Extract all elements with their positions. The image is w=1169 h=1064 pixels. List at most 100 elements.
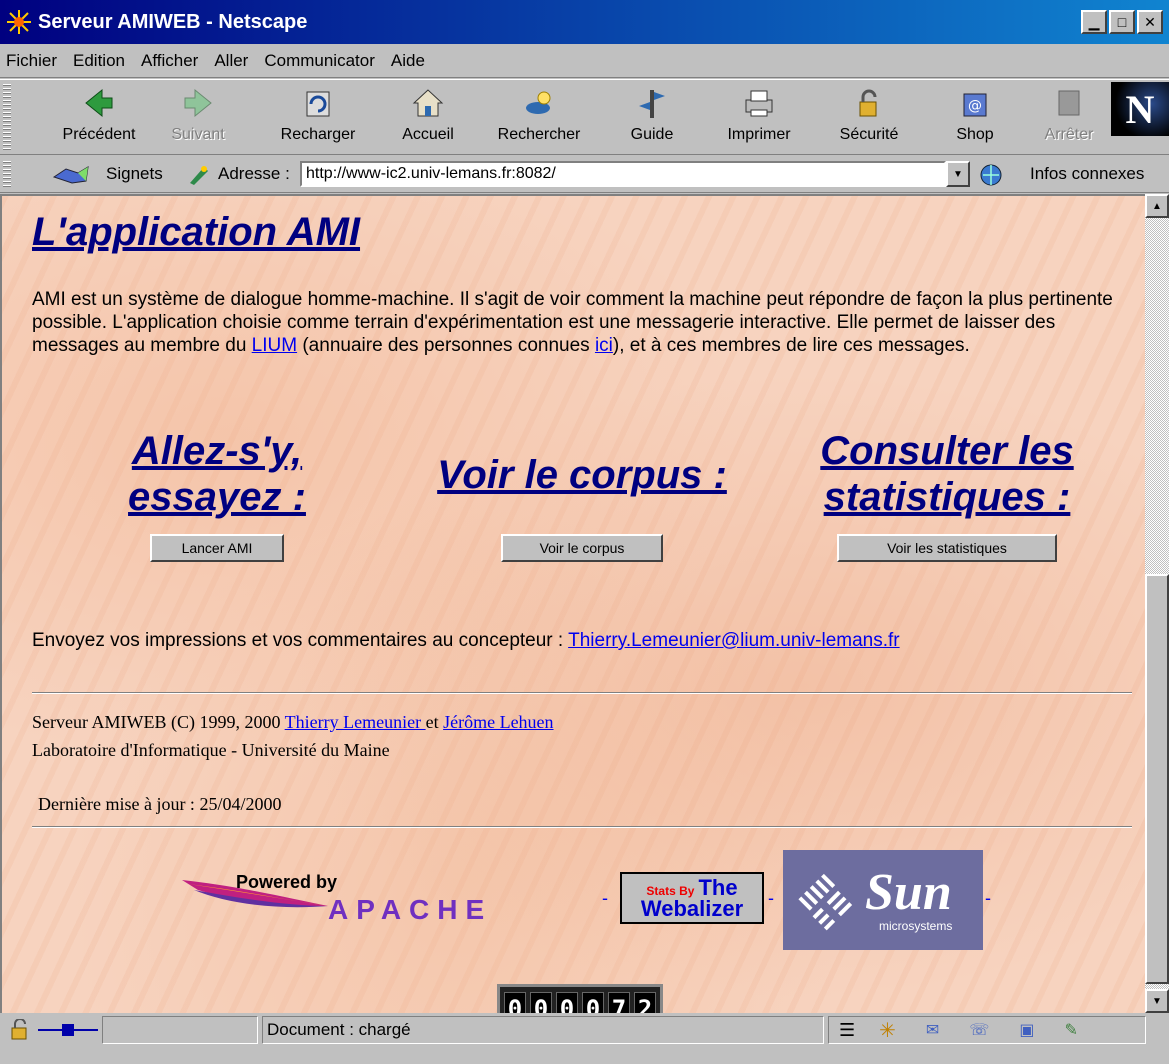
try-heading-2[interactable]: essayez : bbox=[102, 474, 332, 520]
stats-section: Consulter les statistiques : Voir les st… bbox=[792, 428, 1102, 562]
address-field[interactable]: http://www-ic2.univ-lemans.fr:8082/ bbox=[300, 161, 946, 187]
forward-arrow-icon bbox=[179, 84, 217, 122]
menu-edition[interactable]: Edition bbox=[73, 51, 125, 71]
toolbar-grip[interactable] bbox=[3, 84, 11, 150]
menu-communicator[interactable]: Communicator bbox=[264, 51, 375, 71]
stats-heading-2[interactable]: statistiques : bbox=[792, 474, 1102, 520]
scroll-down-button[interactable]: ▼ bbox=[1145, 989, 1169, 1013]
page-title: L'application AMI bbox=[32, 210, 361, 254]
progress-field bbox=[102, 1016, 258, 1044]
reload-icon bbox=[299, 84, 337, 122]
counter-digit: 7 bbox=[608, 992, 630, 1013]
print-icon bbox=[740, 84, 778, 122]
related-links-label[interactable]: Infos connexes bbox=[1030, 164, 1144, 184]
page-content: L'application AMI AMI est un système de … bbox=[0, 194, 1145, 1013]
search-button[interactable]: Rechercher bbox=[486, 84, 592, 154]
minimize-button[interactable]: ▁ bbox=[1081, 10, 1107, 34]
email-link[interactable]: Thierry.Lemeunier@lium.univ-lemans.fr bbox=[568, 630, 899, 651]
locationbar-grip[interactable] bbox=[3, 161, 11, 189]
lium-link[interactable]: LIUM bbox=[252, 335, 297, 356]
menu-aller[interactable]: Aller bbox=[214, 51, 248, 71]
ici-link[interactable]: ici bbox=[595, 335, 613, 356]
scroll-thumb[interactable] bbox=[1145, 574, 1169, 984]
sun-microsystems-logo[interactable]: Sun microsystems bbox=[783, 850, 983, 950]
related-links-icon[interactable] bbox=[978, 162, 1022, 193]
forward-button[interactable]: Suivant bbox=[160, 84, 236, 154]
counter-digit: 0 bbox=[504, 992, 526, 1013]
lock-icon bbox=[850, 84, 888, 122]
address-label: Adresse : bbox=[218, 164, 290, 183]
separator: - bbox=[985, 888, 991, 908]
bookmarks-label[interactable]: Signets bbox=[106, 164, 163, 184]
guide-button[interactable]: Guide bbox=[612, 84, 692, 154]
sun-diamond-icon bbox=[798, 873, 853, 931]
search-icon bbox=[520, 84, 558, 122]
security-button[interactable]: Sécurité bbox=[826, 84, 912, 154]
address-dropdown-button[interactable]: ▼ bbox=[946, 161, 970, 187]
intro-paragraph: AMI est un système de dialogue homme-mac… bbox=[32, 289, 1113, 356]
connection-icon bbox=[38, 1021, 98, 1044]
stats-heading-1[interactable]: Consulter les bbox=[792, 428, 1102, 474]
stop-icon bbox=[1050, 84, 1088, 122]
copyright-line: Serveur AMIWEB (C) 1999, 2000 Thierry Le… bbox=[32, 712, 554, 732]
netscape-icon bbox=[6, 9, 32, 35]
status-text: Document : chargé bbox=[262, 1016, 824, 1044]
back-arrow-icon bbox=[80, 84, 118, 122]
counter-digit: 0 bbox=[530, 992, 552, 1013]
shop-button[interactable]: @ Shop bbox=[940, 84, 1010, 154]
page-proxy-icon[interactable] bbox=[186, 163, 210, 192]
try-section: Allez-s'y, essayez : Lancer AMI bbox=[102, 428, 332, 562]
home-icon bbox=[409, 84, 447, 122]
reload-button[interactable]: Recharger bbox=[270, 84, 366, 154]
apache-logo[interactable]: Powered by APACHE bbox=[178, 868, 598, 928]
try-heading-1[interactable]: Allez-s'y, bbox=[102, 428, 332, 474]
menu-aide[interactable]: Aide bbox=[391, 51, 425, 71]
bookmarks-icon[interactable] bbox=[52, 163, 92, 192]
counter-digit: 0 bbox=[582, 992, 604, 1013]
view-corpus-button[interactable]: Voir le corpus bbox=[501, 534, 663, 562]
contact-line: Envoyez vos impressions et vos commentai… bbox=[32, 630, 900, 651]
navigator-icon[interactable]: ☰ bbox=[839, 1020, 855, 1041]
view-stats-button[interactable]: Voir les statistiques bbox=[837, 534, 1057, 562]
navigation-toolbar: Précédent Suivant Recharger Accueil Rech… bbox=[0, 79, 1169, 155]
divider bbox=[32, 826, 1132, 828]
discussions-icon[interactable]: ☏ bbox=[969, 1020, 989, 1040]
menu-bar: Fichier Edition Afficher Aller Communica… bbox=[0, 44, 1169, 78]
netscape-logo[interactable]: N bbox=[1111, 82, 1169, 136]
counter-digit: 0 bbox=[556, 992, 578, 1013]
guide-icon bbox=[633, 84, 671, 122]
back-button[interactable]: Précédent bbox=[56, 84, 142, 154]
component-bar: ☰ ✳ ✉ ☏ ▣ ✎ bbox=[828, 1016, 1146, 1044]
menu-afficher[interactable]: Afficher bbox=[141, 51, 198, 71]
security-lock-icon[interactable] bbox=[8, 1018, 36, 1046]
netscape-star-icon[interactable]: ✳ bbox=[879, 1018, 896, 1043]
svg-text:@: @ bbox=[968, 98, 982, 114]
stop-button[interactable]: Arrêter bbox=[1034, 84, 1104, 154]
corpus-heading[interactable]: Voir le corpus : bbox=[412, 452, 752, 498]
status-bar: Document : chargé ☰ ✳ ✉ ☏ ▣ ✎ bbox=[0, 1013, 1169, 1064]
maximize-button[interactable]: □ bbox=[1109, 10, 1135, 34]
mail-icon[interactable]: ✉ bbox=[926, 1020, 939, 1040]
title-bar: Serveur AMIWEB - Netscape ▁ □ ✕ bbox=[0, 0, 1169, 44]
last-updated: Dernière mise à jour : 25/04/2000 bbox=[38, 794, 282, 814]
hit-counter: 0 0 0 0 7 2 bbox=[497, 984, 663, 1013]
lehuen-link[interactable]: Jérôme Lehuen bbox=[443, 712, 553, 732]
location-bar: Signets Adresse : http://www-ic2.univ-le… bbox=[0, 157, 1169, 193]
lemeunier-link[interactable]: Thierry Lemeunier bbox=[285, 712, 426, 732]
vertical-scrollbar[interactable]: ▲ ▼ bbox=[1145, 194, 1169, 1013]
composer-icon[interactable]: ✎ bbox=[1064, 1020, 1077, 1040]
close-button[interactable]: ✕ bbox=[1137, 10, 1163, 34]
print-button[interactable]: Imprimer bbox=[716, 84, 802, 154]
webalizer-logo[interactable]: Stats By The Webalizer bbox=[620, 872, 764, 924]
launch-ami-button[interactable]: Lancer AMI bbox=[150, 534, 284, 562]
separator: - bbox=[602, 888, 608, 908]
window-title: Serveur AMIWEB - Netscape bbox=[38, 10, 308, 33]
address-book-icon[interactable]: ▣ bbox=[1019, 1020, 1034, 1040]
lab-line: Laboratoire d'Informatique - Université … bbox=[32, 740, 390, 760]
corpus-section: Voir le corpus : Voir le corpus bbox=[412, 452, 752, 562]
divider bbox=[32, 692, 1132, 694]
counter-digit: 2 bbox=[634, 992, 656, 1013]
home-button[interactable]: Accueil bbox=[388, 84, 468, 154]
scroll-up-button[interactable]: ▲ bbox=[1145, 194, 1169, 218]
menu-fichier[interactable]: Fichier bbox=[6, 51, 57, 71]
